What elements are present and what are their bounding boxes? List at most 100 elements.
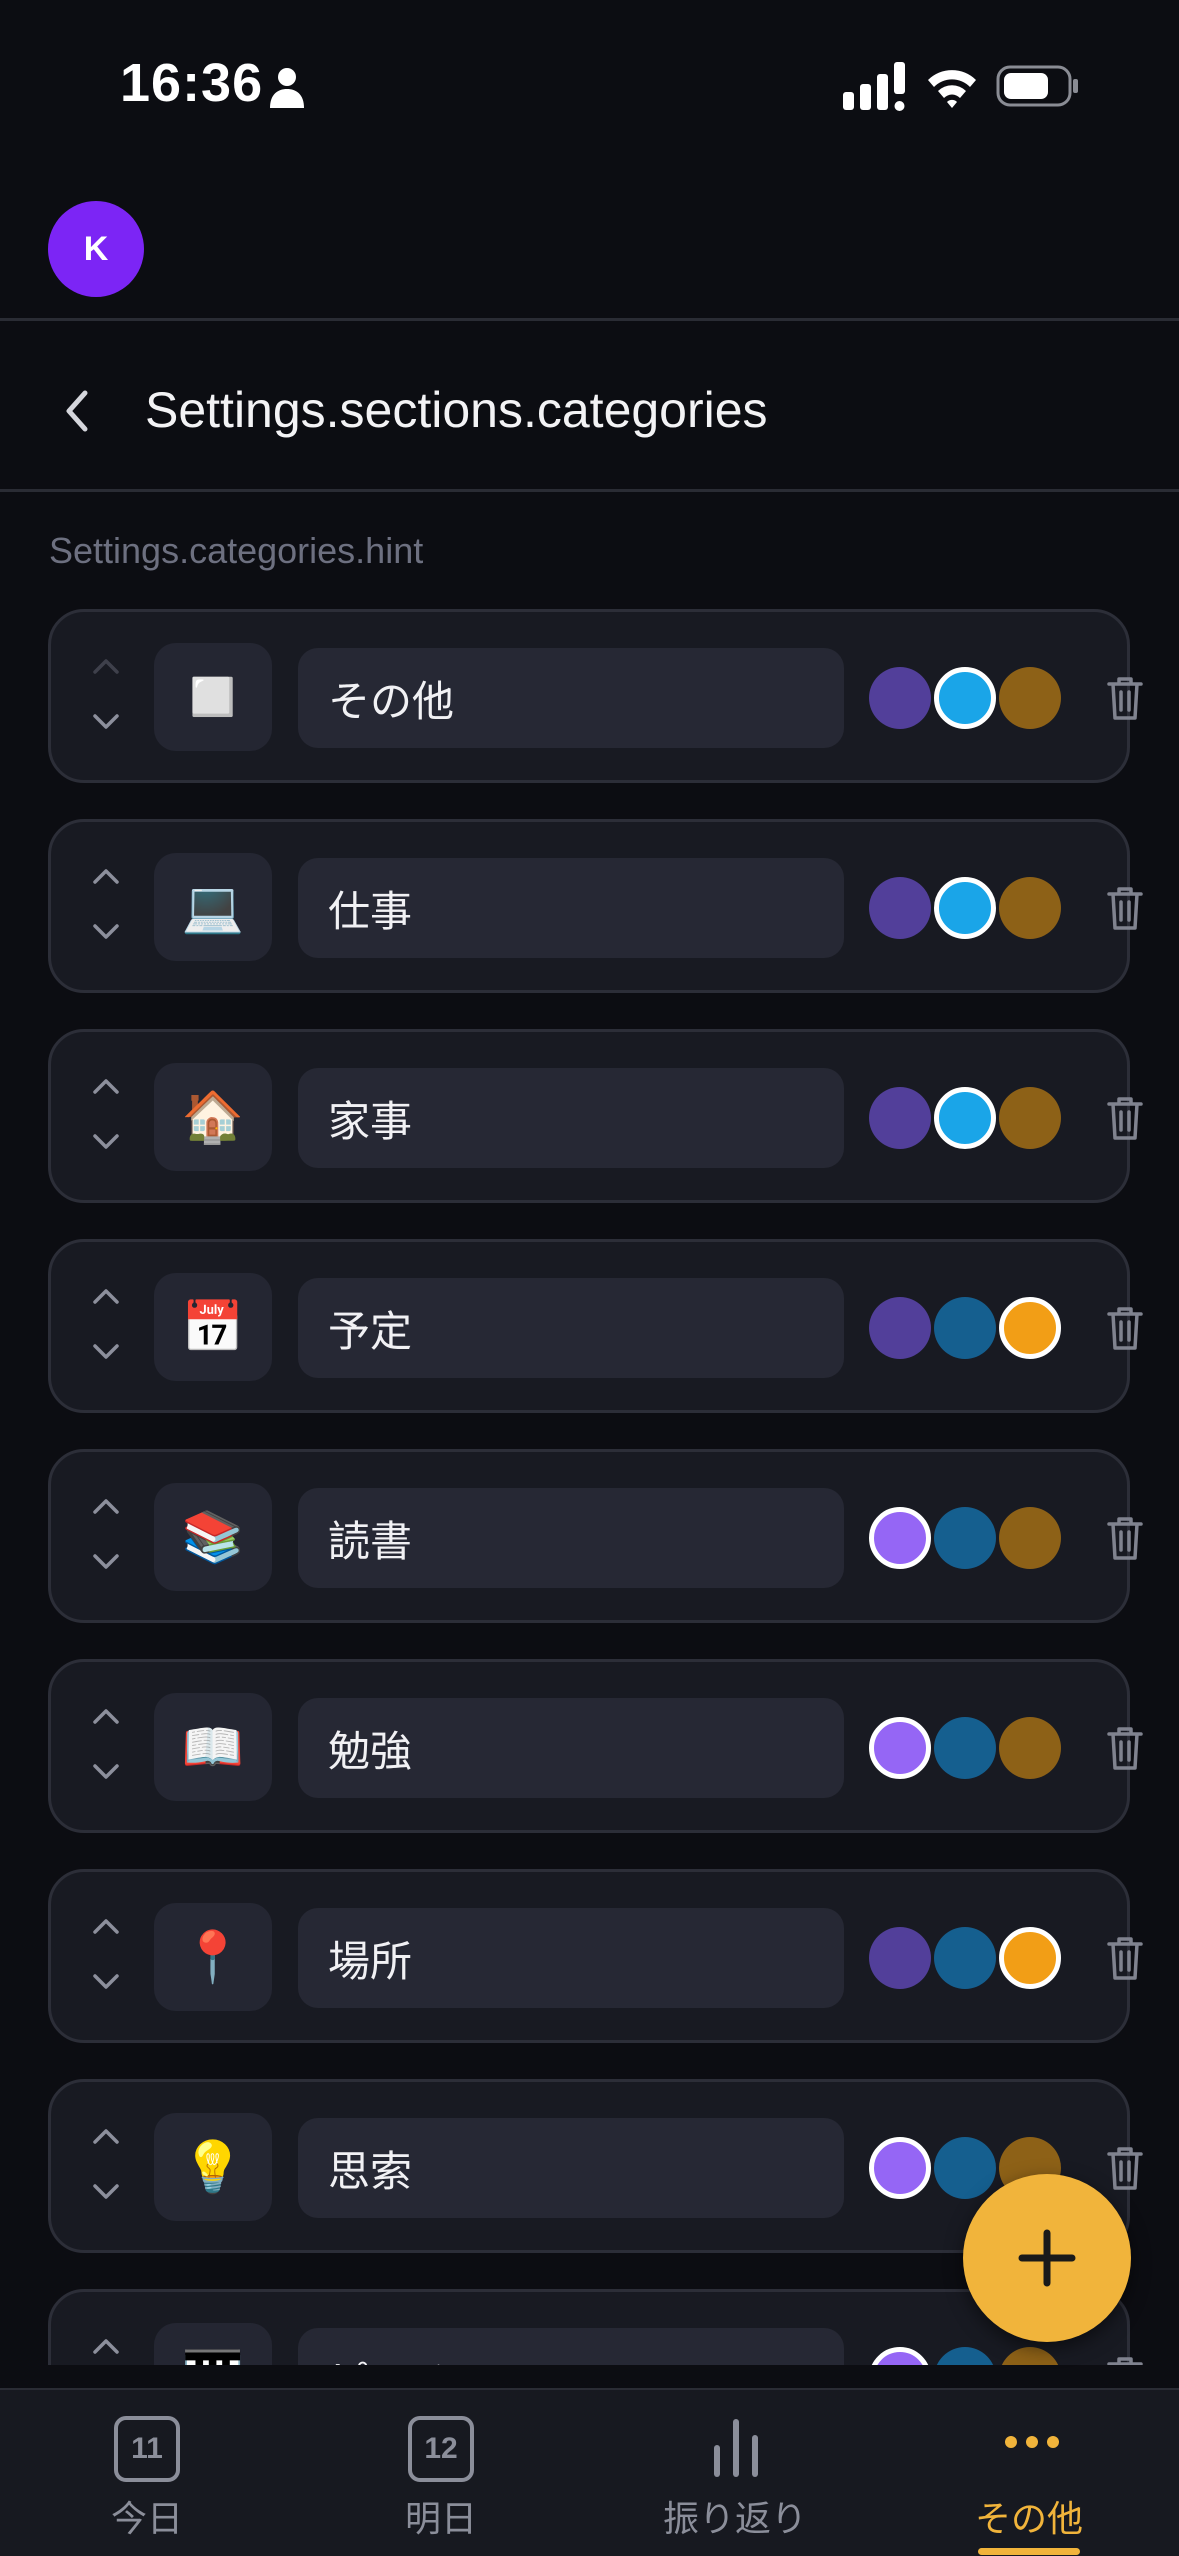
move-up-button[interactable] [91,1706,121,1726]
move-down-button[interactable] [91,1972,121,1992]
move-down-button[interactable] [91,712,121,732]
battery-icon [996,65,1078,107]
wifi-icon [928,70,976,108]
cellular-signal-icon [843,62,905,111]
light-bulb-icon[interactable]: 💡 [154,2113,272,2221]
active-tab-indicator [978,2548,1080,2555]
delete-button[interactable] [1105,1094,1145,1142]
color-swatch[interactable] [934,1297,996,1359]
delete-button[interactable] [1105,1934,1145,1982]
color-swatch[interactable] [999,2347,1061,2365]
color-swatch[interactable] [999,1507,1061,1569]
delete-button[interactable] [1105,1514,1145,1562]
color-swatch[interactable] [869,667,931,729]
tab-today[interactable]: 11 今日 [0,2390,294,2556]
move-up-button[interactable] [91,1286,121,1306]
color-swatch[interactable] [934,877,996,939]
category-name-input[interactable]: 家事 [298,1068,844,1168]
move-down-button[interactable] [91,1552,121,1572]
color-swatch[interactable] [934,1927,996,1989]
color-swatch[interactable] [869,1087,931,1149]
color-swatch[interactable] [934,667,996,729]
tab-bar: 11 今日 12 明日 振り返り その他 [0,2388,1179,2556]
move-up-button[interactable] [91,2336,121,2356]
category-name-input[interactable]: 場所 [298,1908,844,2008]
delete-button[interactable] [1105,884,1145,932]
categories-hint: Settings.categories.hint [49,530,424,571]
move-up-button[interactable] [91,656,121,676]
move-up-button[interactable] [91,2126,121,2146]
color-swatch[interactable] [999,1717,1061,1779]
status-bar: 16:36 [0,0,1179,170]
color-swatch[interactable] [999,1297,1061,1359]
color-swatch[interactable] [934,2137,996,2199]
pin-icon[interactable]: 📍 [154,1903,272,2011]
calendar-icon[interactable]: 📅 [154,1273,272,1381]
header-divider [0,318,1179,321]
category-name-input[interactable]: 勉強 [298,1698,844,1798]
category-list[interactable]: ◻️ その他 💻 仕事 🏠 家事 📅 予定 📚 読書 📖 勉強 📍 場所 💡 思索 🎹 ピアノ [0,600,1179,2365]
bar-chart-icon [714,2419,758,2477]
move-down-button[interactable] [91,1132,121,1152]
plus-icon [1018,2229,1076,2287]
laptop-icon[interactable]: 💻 [154,853,272,961]
white-square-icon[interactable]: ◻️ [154,643,272,751]
color-swatch[interactable] [999,877,1061,939]
color-swatch[interactable] [869,1927,931,1989]
delete-button[interactable] [1105,1724,1145,1772]
move-up-button[interactable] [91,866,121,886]
move-up-button[interactable] [91,1076,121,1096]
back-button[interactable] [52,378,102,444]
move-down-button[interactable] [91,1762,121,1782]
tab-review[interactable]: 振り返り [588,2390,882,2556]
delete-button[interactable] [1105,2144,1145,2192]
color-swatch[interactable] [999,1927,1061,1989]
tab-more[interactable]: その他 [882,2390,1176,2556]
delete-button[interactable] [1105,2354,1145,2365]
color-swatch[interactable] [869,1717,931,1779]
books-icon[interactable]: 📚 [154,1483,272,1591]
piano-icon[interactable]: 🎹 [154,2323,272,2365]
color-swatch[interactable] [999,667,1061,729]
house-icon[interactable]: 🏠 [154,1063,272,1171]
tab-label: 振り返り [662,2499,807,2540]
avatar[interactable]: K [48,201,144,297]
add-category-button[interactable] [963,2174,1131,2342]
category-name-input[interactable]: 思索 [298,2118,844,2218]
open-book-icon[interactable]: 📖 [154,1693,272,1801]
category-name-input[interactable]: その他 [298,648,844,748]
title-divider [0,489,1179,492]
category-card: 💻 仕事 [48,819,1143,993]
tab-tomorrow[interactable]: 12 明日 [294,2390,588,2556]
calendar-day-icon: 12 [408,2416,474,2482]
color-swatch[interactable] [934,1717,996,1779]
color-swatch[interactable] [869,1507,931,1569]
tab-label: 明日 [404,2499,477,2540]
color-swatch[interactable] [999,1087,1061,1149]
color-swatch[interactable] [869,2347,931,2365]
category-name-input[interactable]: ピアノ [298,2328,844,2365]
category-card: 🏠 家事 [48,1029,1143,1203]
color-swatch[interactable] [869,877,931,939]
category-card: 📅 予定 [48,1239,1143,1413]
category-name-input[interactable]: 読書 [298,1488,844,1588]
delete-button[interactable] [1105,1304,1145,1352]
delete-button[interactable] [1105,674,1145,722]
color-swatch[interactable] [934,1087,996,1149]
category-card: 📍 場所 [48,1869,1143,2043]
color-swatch[interactable] [934,2347,996,2365]
move-down-button[interactable] [91,1342,121,1362]
category-name-input[interactable]: 予定 [298,1278,844,1378]
person-icon [270,68,304,108]
tab-label: その他 [974,2499,1083,2540]
move-down-button[interactable] [91,922,121,942]
category-name-input[interactable]: 仕事 [298,858,844,958]
color-swatch[interactable] [934,1507,996,1569]
move-down-button[interactable] [91,2182,121,2202]
calendar-day-icon: 11 [114,2416,180,2482]
move-up-button[interactable] [91,1916,121,1936]
move-up-button[interactable] [91,1496,121,1516]
color-swatch[interactable] [869,1297,931,1359]
color-swatch[interactable] [869,2137,931,2199]
more-dots-icon [1005,2436,1059,2448]
